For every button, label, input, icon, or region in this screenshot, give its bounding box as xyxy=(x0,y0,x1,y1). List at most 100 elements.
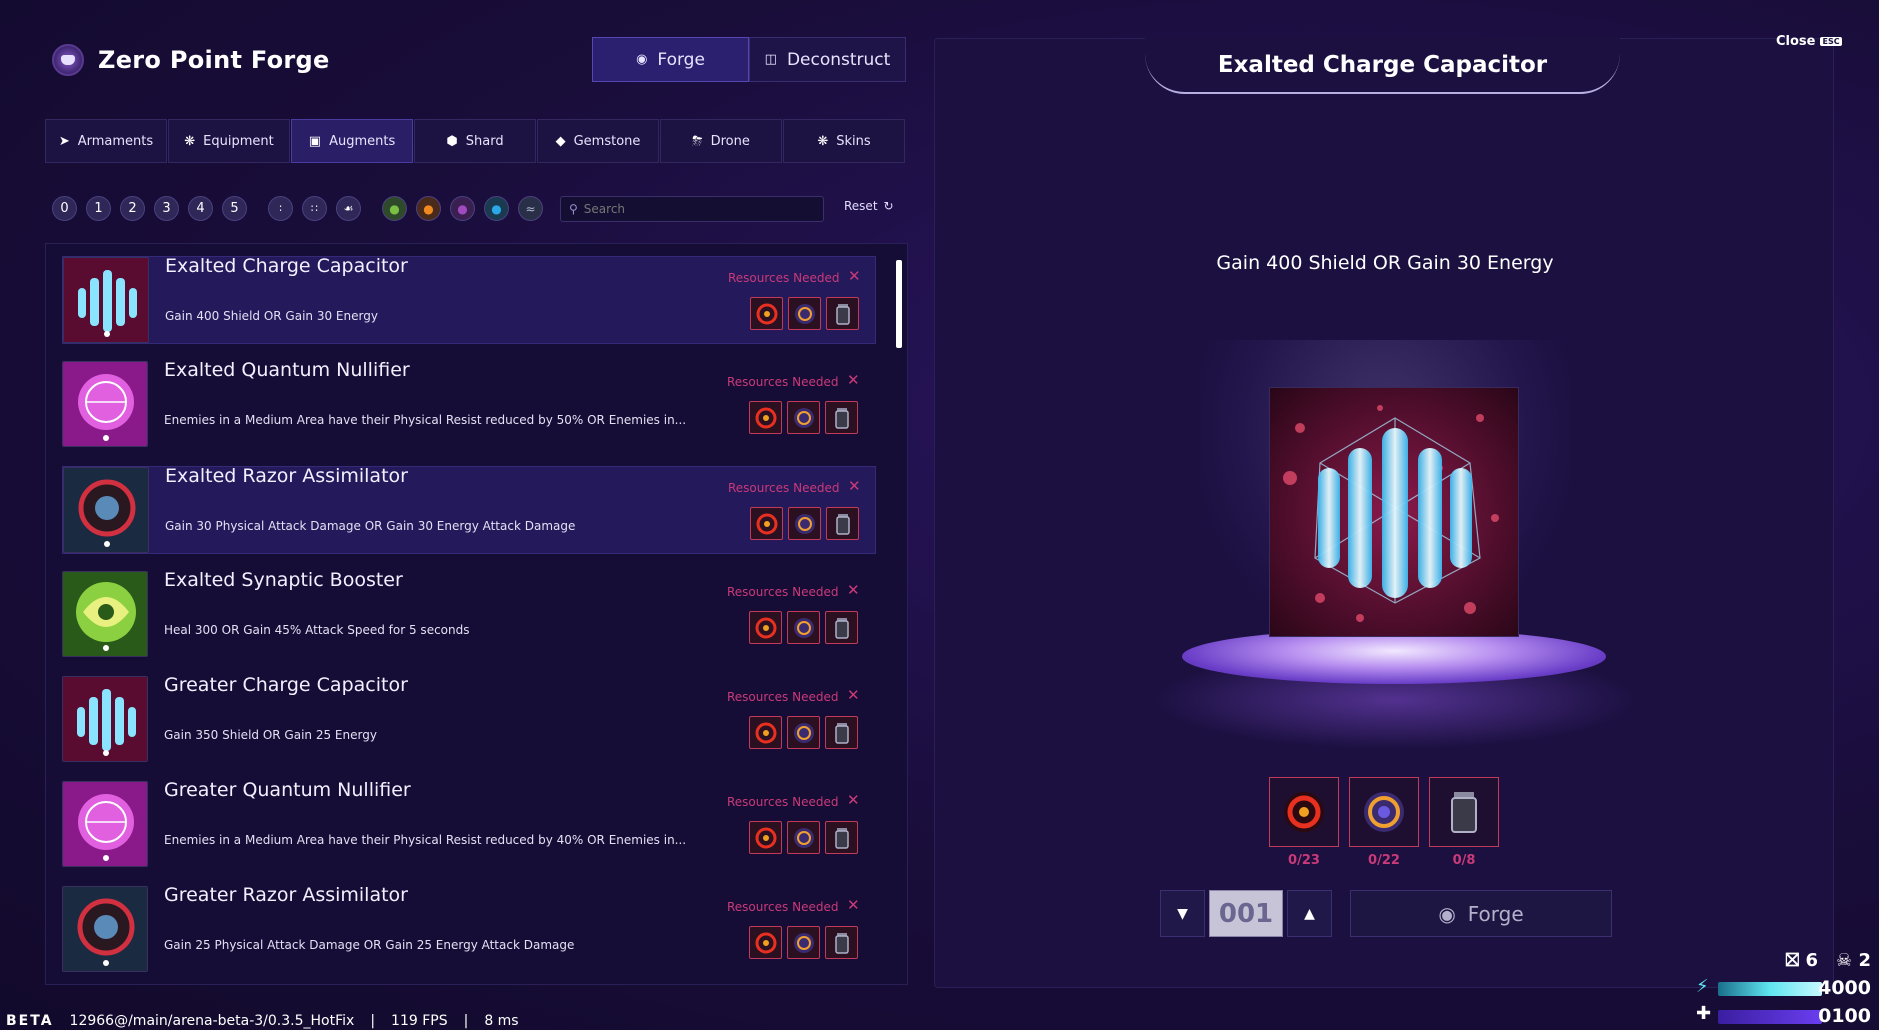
close-button[interactable]: Close ESC xyxy=(1776,34,1842,49)
tier-filter-1[interactable]: 1 xyxy=(86,196,111,221)
fire-orb-resource-icon xyxy=(1269,777,1339,847)
reset-button[interactable]: Reset ↻ xyxy=(844,199,894,213)
canister-resource-icon xyxy=(826,507,859,540)
chevron-up-icon: ▲ xyxy=(1304,905,1315,922)
augment-description: Gain 30 Physical Attack Damage OR Gain 3… xyxy=(165,519,576,533)
tier-filter-5[interactable]: 5 xyxy=(222,196,247,221)
tab-gemstone[interactable]: ◆ Gemstone xyxy=(537,119,659,163)
tab-augments[interactable]: ▣ Augments xyxy=(291,119,413,163)
augments-icon: ▣ xyxy=(308,133,322,149)
augment-preview-image xyxy=(1269,387,1519,637)
tab-shard[interactable]: ⬢ Shard xyxy=(414,119,536,163)
tab-forge-label: Forge xyxy=(657,49,705,70)
display-platform xyxy=(1182,629,1606,684)
arcane-element-icon[interactable]: ● xyxy=(450,196,475,221)
water-element-icon[interactable]: ● xyxy=(484,196,509,221)
close-icon: ✕ xyxy=(847,896,860,914)
list-item[interactable]: Exalted Razor Assimilator Gain 30 Physica… xyxy=(62,465,876,554)
augment-name: Greater Razor Assimilator xyxy=(164,884,408,906)
group-small-icon[interactable]: ∶ xyxy=(268,196,293,221)
group-large-icon[interactable]: ☙ xyxy=(336,196,361,221)
list-item[interactable]: Exalted Quantum Nullifier Enemies in a Me… xyxy=(62,359,876,449)
tab-drone[interactable]: ⛈ Drone xyxy=(660,119,782,163)
arcane-orb-resource-icon xyxy=(787,821,820,854)
cost-arcane-orb: 0/22 xyxy=(1349,777,1419,868)
forge-button-label: Forge xyxy=(1467,901,1524,926)
list-item[interactable]: Exalted Charge Capacitor Gain 400 Shield … xyxy=(62,255,876,344)
tab-equipment[interactable]: ❋ Equipment xyxy=(168,119,290,163)
augment-thumbnail xyxy=(62,361,148,447)
list-item[interactable]: Greater Charge Capacitor Gain 350 Shield … xyxy=(62,674,876,764)
beta-label: BETA xyxy=(6,1013,54,1029)
tier-filter-3[interactable]: 3 xyxy=(154,196,179,221)
skull-icon: ☠ xyxy=(1836,950,1853,971)
app-header: Zero Point Forge xyxy=(52,44,330,76)
energy-icon: ⚡ xyxy=(1696,976,1709,997)
group-medium-icon[interactable]: ∷ xyxy=(302,196,327,221)
resource-icons xyxy=(749,821,858,854)
increase-quantity-button[interactable]: ▲ xyxy=(1287,890,1332,937)
fps-label: 119 FPS xyxy=(391,1013,448,1029)
augment-description: Gain 400 Shield OR Gain 30 Energy xyxy=(165,309,378,323)
health-bar xyxy=(1718,1010,1822,1024)
nature-element-icon[interactable]: ● xyxy=(382,196,407,221)
tier-filter-4[interactable]: 4 xyxy=(188,196,213,221)
list-item[interactable]: Exalted Synaptic Booster Heal 300 OR Gain… xyxy=(62,569,876,659)
canister-resource-icon xyxy=(825,716,858,749)
tab-deconstruct[interactable]: ◫ Deconstruct xyxy=(749,37,906,82)
health-value: 0100 xyxy=(1818,1005,1871,1027)
canister-resource-icon xyxy=(1429,777,1499,847)
tier-filter-2[interactable]: 2 xyxy=(120,196,145,221)
augment-description: Enemies in a Medium Area have their Phys… xyxy=(164,413,687,427)
close-icon: ✕ xyxy=(848,267,861,285)
resource-icons xyxy=(750,507,859,540)
wind-element-icon[interactable]: ≈ xyxy=(518,196,543,221)
tier-filter-0[interactable]: 0 xyxy=(52,196,77,221)
canister-resource-icon xyxy=(825,401,858,434)
augment-thumbnail xyxy=(62,571,148,657)
tab-armaments[interactable]: ➤ Armaments xyxy=(45,119,167,163)
forge-icon: ◉ xyxy=(1438,901,1456,926)
search-input[interactable] xyxy=(583,202,804,216)
augment-name: Greater Quantum Nullifier xyxy=(164,779,411,801)
tab-skins-label: Skins xyxy=(836,133,871,149)
resources-needed-label: Resources Needed xyxy=(728,481,840,495)
mode-tabs: ◉ Forge ◫ Deconstruct xyxy=(592,37,906,82)
arcane-orb-resource-icon xyxy=(788,297,821,330)
augment-name: Exalted Synaptic Booster xyxy=(164,569,403,591)
shard-icon: ⬢ xyxy=(446,133,458,149)
tab-forge[interactable]: ◉ Forge xyxy=(592,37,749,82)
tab-shard-label: Shard xyxy=(465,133,504,149)
resources-needed-label: Resources Needed xyxy=(727,690,839,704)
fire-orb-resource-icon xyxy=(749,716,782,749)
fire-orb-resource-icon xyxy=(749,401,782,434)
equipment-icon: ❋ xyxy=(184,133,196,149)
reset-label: Reset xyxy=(844,199,878,213)
close-icon: ✕ xyxy=(847,581,860,599)
separator: | xyxy=(463,1013,469,1029)
fire-orb-resource-icon xyxy=(749,611,782,644)
quantity-field[interactable]: 001 xyxy=(1209,890,1283,937)
energy-value: 4000 xyxy=(1818,977,1871,999)
list-scrollbar[interactable] xyxy=(896,260,902,348)
armaments-icon: ➤ xyxy=(58,133,70,149)
tab-drone-label: Drone xyxy=(710,133,750,149)
forge-button[interactable]: ◉ Forge xyxy=(1350,890,1612,937)
augment-description: Gain 350 Shield OR Gain 25 Energy xyxy=(164,728,377,742)
augment-description: Gain 25 Physical Attack Damage OR Gain 2… xyxy=(164,938,575,952)
list-item[interactable]: Greater Quantum Nullifier Enemies in a Me… xyxy=(62,779,876,869)
tab-equipment-label: Equipment xyxy=(203,133,274,149)
arcane-orb-resource-icon xyxy=(787,401,820,434)
decrease-quantity-button[interactable]: ▼ xyxy=(1160,890,1205,937)
resources-needed-label: Resources Needed xyxy=(727,795,839,809)
drone-icon: ⛈ xyxy=(692,133,703,149)
resources-needed-label: Resources Needed xyxy=(727,900,839,914)
fire-element-icon[interactable]: ● xyxy=(416,196,441,221)
tab-skins[interactable]: ❋ Skins xyxy=(783,119,905,163)
augment-name: Exalted Razor Assimilator xyxy=(165,465,408,487)
hud-counter-b: ☠ 2 xyxy=(1836,950,1871,971)
canister-resource-icon xyxy=(825,926,858,959)
close-icon: ✕ xyxy=(847,371,860,389)
app-title: Zero Point Forge xyxy=(98,46,330,74)
list-item[interactable]: Greater Razor Assimilator Gain 25 Physica… xyxy=(62,884,876,974)
